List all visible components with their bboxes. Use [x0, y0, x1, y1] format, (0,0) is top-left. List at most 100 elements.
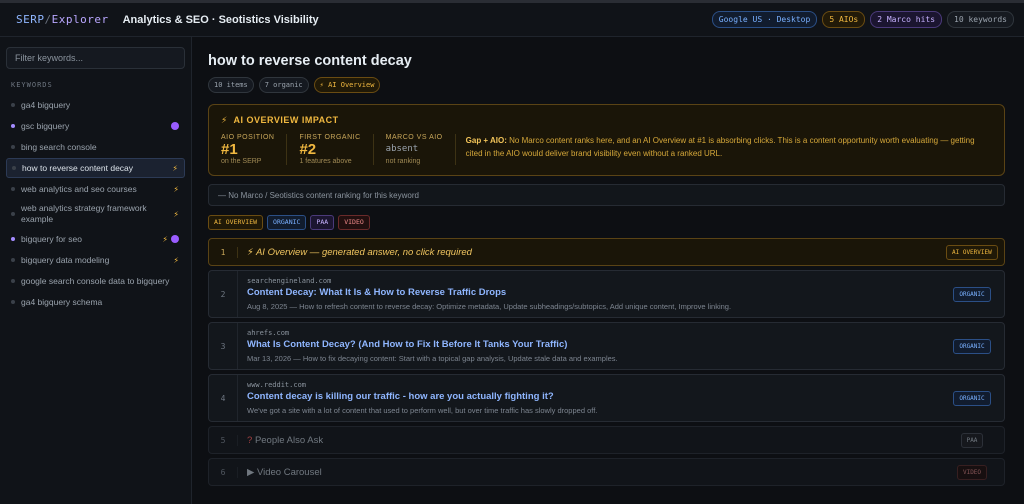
marco-vs-aio-stat: MARCO VS AIO absent not ranking: [386, 134, 456, 165]
status-dot-icon: [11, 237, 15, 241]
locale-badge[interactable]: Google US · Desktop: [711, 11, 818, 28]
result-snippet: We've got a site with a lot of content t…: [247, 406, 598, 415]
stat-value: absent: [385, 144, 419, 154]
stat-sub: not ranking: [385, 158, 421, 165]
result-position: 6: [220, 467, 226, 477]
status-dot-icon: [11, 212, 15, 216]
keyword-label: gsc bigquery: [21, 120, 70, 131]
result-row-organic[interactable]: 4 www.reddit.com Content decay is killing …: [208, 374, 1005, 422]
serp-results-list: 1 ⚡ AI Overview — generated answer, no cl…: [208, 238, 1005, 486]
result-snippet: Mar 13, 2026 — How to fix decaying conte…: [247, 354, 618, 363]
result-domain: ahrefs.com: [247, 329, 290, 337]
result-text: People Also Ask: [254, 434, 324, 446]
filter-ai-overview[interactable]: AI OVERVIEW: [208, 215, 264, 230]
keyword-heading: how to reverse content decay: [208, 53, 412, 69]
aio-impact-heading: ⚡ AI OVERVIEW IMPACT: [221, 115, 992, 126]
keyword-item[interactable]: google search console data to bigquery: [6, 271, 185, 291]
result-title-link[interactable]: Content Decay: What It Is & How to Rever…: [247, 287, 940, 298]
items-count-chip: 10 items: [208, 77, 254, 93]
keyword-item[interactable]: bing search console: [6, 137, 185, 157]
aio-position-stat: AIO POSITION #1 on the SERP: [221, 134, 288, 165]
filter-organic[interactable]: ORGANIC: [267, 215, 307, 230]
marco-hits-badge: 2 Marco hits: [870, 11, 943, 28]
keyword-label: google search console data to bigquery: [21, 275, 170, 286]
result-domain: searchengineland.com: [247, 277, 332, 285]
result-row-organic[interactable]: 3 ahrefs.com What Is Content Decay? (And H…: [208, 322, 1005, 370]
result-text: ⚡ AI Overview — generated answer, no cli…: [237, 246, 940, 258]
keyword-label: ga4 bigquery schema: [21, 296, 103, 307]
status-dot-icon: [11, 279, 15, 283]
keyword-label: bing search console: [21, 141, 97, 152]
status-dot-icon: [11, 124, 15, 128]
keyword-item[interactable]: how to reverse content decay ⚡: [6, 158, 185, 178]
bolt-icon: ⚡: [221, 115, 228, 125]
aio-chip: ⚡ AI Overview: [313, 77, 381, 93]
keyword-item[interactable]: web analytics and seo courses ⚡: [6, 179, 185, 199]
gap-label: Gap + AIO:: [465, 136, 507, 145]
result-title-link[interactable]: What Is Content Decay? (And How to Fix I…: [247, 339, 940, 350]
status-dot-icon: [12, 166, 16, 170]
keyword-meta: 10 items 7 organic ⚡ AI Overview: [208, 77, 1005, 93]
stat-label: AIO POSITION: [221, 134, 275, 141]
result-text: Video Carousel: [256, 466, 322, 478]
result-type-tag: AI OVERVIEW: [946, 244, 998, 260]
keyword-count-badge: 10 keywords: [947, 11, 1014, 28]
result-type-filters: AI OVERVIEW ORGANIC PAA VIDEO: [208, 215, 1005, 230]
result-type-tag: VIDEO: [956, 464, 988, 480]
keyword-label: web analytics and seo courses: [21, 183, 137, 194]
result-type-tag: ORGANIC: [953, 286, 991, 302]
status-dot-icon: [11, 145, 15, 149]
header-stats: Google US · Desktop 5 AIOs 2 Marco hits …: [711, 11, 1014, 28]
bolt-icon: ⚡: [173, 184, 179, 194]
keyword-label: bigquery data modeling: [21, 254, 110, 265]
no-marco-notice: — No Marco / Seotistics content ranking …: [208, 184, 1005, 206]
keyword-label: bigquery for seo: [21, 233, 82, 244]
keyword-label: web analytics strategy framework example: [21, 203, 147, 224]
status-dot-icon: [11, 103, 15, 107]
result-row-ai-overview[interactable]: 1 ⚡ AI Overview — generated answer, no cl…: [208, 238, 1005, 266]
keyword-item[interactable]: bigquery data modeling ⚡: [6, 250, 185, 270]
result-position: 2: [220, 289, 226, 299]
status-dot-icon: [11, 300, 15, 304]
result-position: 1: [220, 247, 226, 257]
gap-body: No Marco content ranks here, and an AI O…: [465, 136, 975, 158]
keyword-flags: [171, 122, 179, 130]
bolt-icon: ⚡: [172, 163, 178, 173]
keyword-item[interactable]: ga4 bigquery: [6, 95, 185, 115]
stat-sub: 1 features above: [299, 158, 352, 165]
sidebar: KEYWORDS ga4 bigquery gsc bigquery bing se…: [0, 37, 192, 504]
result-title-link[interactable]: Content decay is killing our traffic - h…: [247, 391, 940, 402]
filter-video[interactable]: VIDEO: [338, 215, 370, 230]
keyword-item[interactable]: ga4 bigquery schema: [6, 292, 185, 312]
stat-sub: on the SERP: [221, 158, 262, 165]
keyword-item[interactable]: gsc bigquery: [6, 116, 185, 136]
keyword-filter-input[interactable]: [6, 47, 185, 69]
keyword-item[interactable]: bigquery for seo ⚡: [6, 229, 185, 249]
question-icon: ?: [247, 434, 253, 446]
brand-serp: SERP: [16, 13, 45, 26]
bolt-icon: ⚡: [173, 209, 179, 219]
keyword-flags: ⚡: [173, 256, 179, 265]
bolt-icon: ⚡: [162, 234, 168, 244]
status-dot-icon: [11, 258, 15, 262]
brand-explorer: Explorer: [51, 13, 109, 26]
marco-hit-icon: [171, 122, 179, 130]
keyword-label: ga4 bigquery: [21, 99, 71, 110]
stat-value: #1: [221, 141, 238, 158]
keyword-item[interactable]: web analytics strategy framework example…: [6, 200, 185, 228]
marco-hit-icon: [171, 235, 179, 243]
result-domain: www.reddit.com: [247, 381, 307, 389]
play-icon: ▶: [247, 466, 255, 478]
result-type-tag: ORGANIC: [953, 390, 991, 406]
status-dot-icon: [11, 187, 15, 191]
result-row-paa[interactable]: 5? People Also Ask PAA: [208, 426, 1005, 454]
result-position: 4: [220, 393, 226, 403]
result-snippet: Aug 8, 2025 — How to refresh content to …: [247, 302, 732, 311]
filter-paa[interactable]: PAA: [310, 215, 335, 230]
result-row-organic[interactable]: 2 searchengineland.com Content Decay: What…: [208, 270, 1005, 318]
keyword-flags: ⚡: [173, 185, 179, 194]
brand-slash: /: [44, 13, 52, 26]
result-row-video[interactable]: 6 ▶ Video Carousel VIDEO: [208, 458, 1005, 486]
result-type-tag: PAA: [960, 432, 984, 448]
brand-logo[interactable]: SERP/Explorer: [16, 13, 109, 26]
